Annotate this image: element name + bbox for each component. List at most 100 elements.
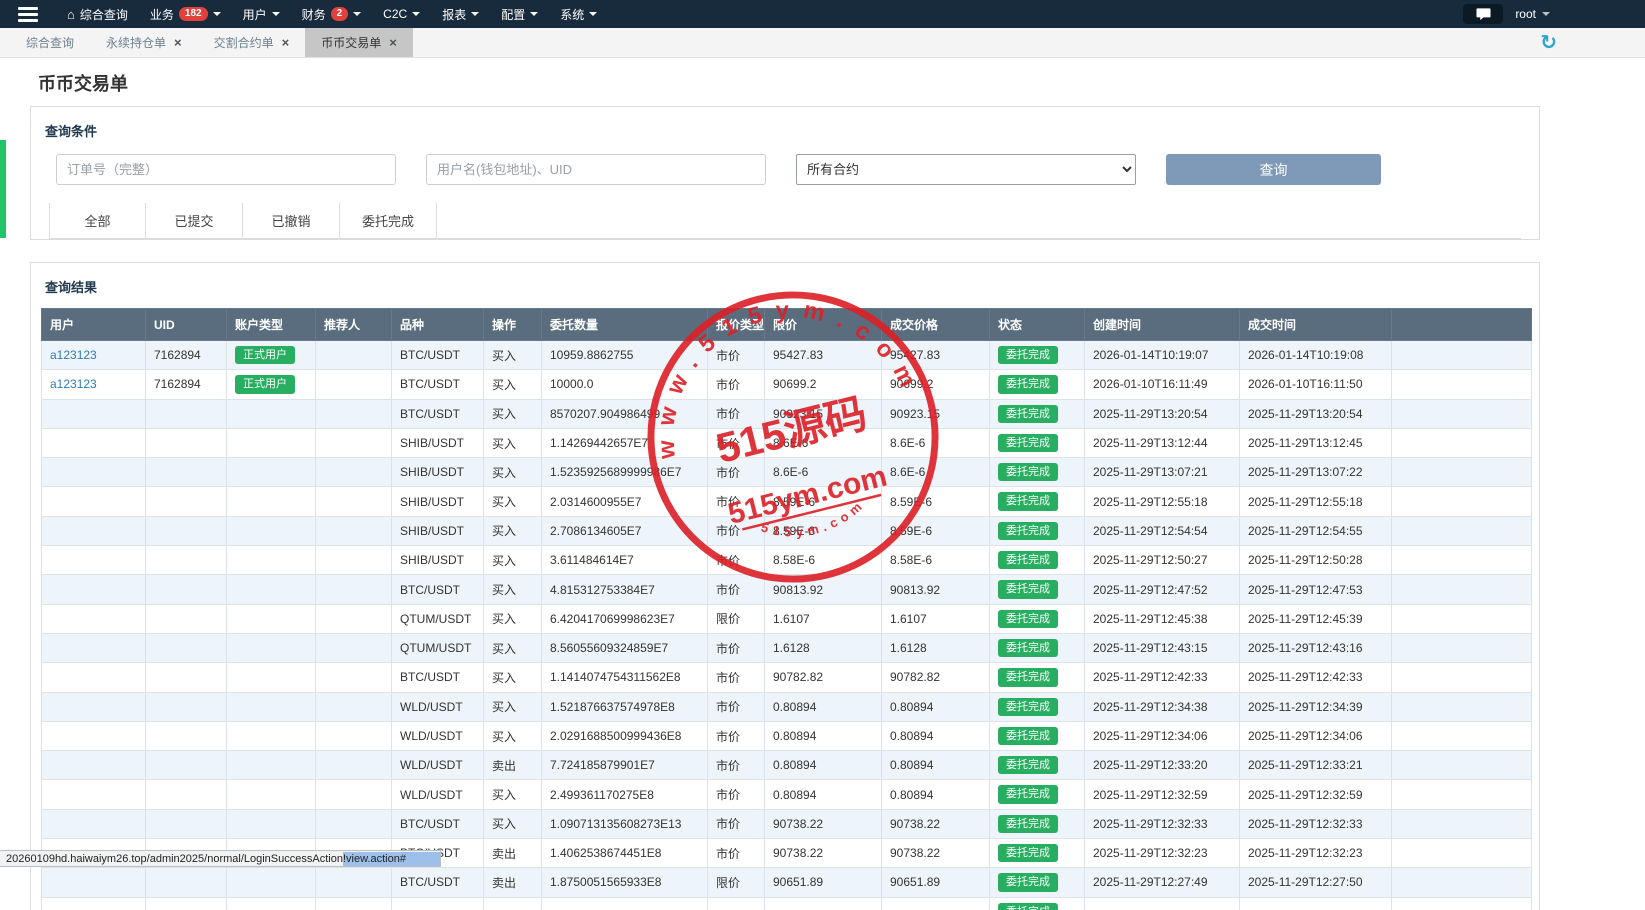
cell-extra: [1392, 399, 1532, 428]
cell-user: [42, 809, 146, 838]
column-header[interactable]: 品种: [392, 309, 484, 341]
table-row[interactable]: WLD/USDT买入1.521876637574978E8市价0.808940.…: [42, 692, 1532, 721]
column-header[interactable]: 限价: [765, 309, 882, 341]
table-row[interactable]: SHIB/USDT买入1.5235925689999986E7市价8.6E-68…: [42, 458, 1532, 487]
tab-label: 币币交易单: [321, 34, 381, 51]
contract-select[interactable]: 所有合约: [796, 154, 1136, 185]
cell-extra: [1392, 633, 1532, 662]
column-header[interactable]: 报价类型: [708, 309, 765, 341]
nav-item-4[interactable]: 财务2: [291, 0, 373, 28]
hamburger-menu-icon[interactable]: [0, 0, 56, 28]
table-row[interactable]: SHIB/USDT买入2.0314600955E7市价8.59E-68.59E-…: [42, 487, 1532, 516]
cell-amount: 1.521876637574978E8: [542, 692, 708, 721]
tab-4[interactable]: 币币交易单 ×: [305, 28, 413, 57]
column-header[interactable]: UID: [146, 309, 227, 341]
cell-status: 委托完成: [990, 809, 1085, 838]
cell-extra: [1392, 809, 1532, 838]
close-icon[interactable]: ×: [389, 36, 397, 49]
table-row[interactable]: WLD/USDT买入2.0291688500999436E8市价0.808940…: [42, 721, 1532, 750]
filter-tab-2[interactable]: 已提交: [146, 203, 243, 238]
column-header[interactable]: 状态: [990, 309, 1085, 341]
filter-tab-1[interactable]: 全部: [49, 203, 146, 238]
table-row[interactable]: QTUM/USDT买入8.56055609324859E7市价1.61281.6…: [42, 633, 1532, 662]
table-row[interactable]: BTC/USDT买入8570207.904986499市价90923.15909…: [42, 399, 1532, 428]
nav-item-6[interactable]: 报表: [431, 0, 490, 28]
cell-created: 2025-11-29T12:32:23: [1085, 839, 1240, 868]
cell-symbol: BTC/USDT: [392, 341, 484, 370]
cell-side: 买入: [484, 780, 542, 809]
column-header[interactable]: 委托数量: [542, 309, 708, 341]
cell-referrer: [316, 575, 392, 604]
status-badge: 委托完成: [998, 434, 1058, 452]
tab-bar-tabs: 综合查询永续持仓单×交割合约单× 币币交易单 ×: [10, 28, 413, 57]
query-inputs-row: 所有合约 查询: [31, 154, 1539, 185]
table-row[interactable]: 委托完成: [42, 897, 1532, 910]
cell-deal_price: 90738.22: [882, 809, 990, 838]
table-row[interactable]: SHIB/USDT买入2.7086134605E7市价8.59E-68.59E-…: [42, 516, 1532, 545]
cell-symbol: BTC/USDT: [392, 575, 484, 604]
table-row[interactable]: BTC/USDT买入4.815312753384E7市价90813.929081…: [42, 575, 1532, 604]
cell-account_type: [227, 428, 316, 457]
cell-status: 委托完成: [990, 663, 1085, 692]
column-header[interactable]: 推荐人: [316, 309, 392, 341]
cell-dealt: 2026-01-14T10:19:08: [1240, 341, 1392, 370]
table-row[interactable]: BTC/USDT卖出1.8750051565933E8限价90651.89906…: [42, 868, 1532, 897]
cell-symbol: SHIB/USDT: [392, 458, 484, 487]
chevron-down-icon: [272, 12, 280, 16]
nav-item-8[interactable]: 系统: [549, 0, 608, 28]
column-header[interactable]: 成交时间: [1240, 309, 1392, 341]
cell-quote_type: 市价: [708, 341, 765, 370]
cell-referrer: [316, 897, 392, 910]
username-uid-input[interactable]: [426, 154, 766, 185]
order-number-input[interactable]: [56, 154, 396, 185]
cell-uid: [146, 516, 227, 545]
chat-button[interactable]: [1463, 4, 1503, 24]
table-row[interactable]: BTC/USDT买入1.090713135608273E13市价90738.22…: [42, 809, 1532, 838]
nav-item-7[interactable]: 配置: [490, 0, 549, 28]
table-row[interactable]: SHIB/USDT买入1.14269442657E7市价8.6E-68.6E-6…: [42, 428, 1532, 457]
cell-referrer: [316, 458, 392, 487]
column-header[interactable]: 操作: [484, 309, 542, 341]
cell-status: 委托完成: [990, 546, 1085, 575]
user-link[interactable]: a123123: [50, 377, 97, 391]
status-badge: 委托完成: [998, 785, 1058, 803]
table-row[interactable]: BTC/USDT买入1.1414074754311562E8市价90782.82…: [42, 663, 1532, 692]
table-row[interactable]: SHIB/USDT买入3.611484614E7市价8.58E-68.58E-6…: [42, 546, 1532, 575]
table-row[interactable]: WLD/USDT卖出7.724185879901E7市价0.808940.808…: [42, 751, 1532, 780]
cell-referrer: [316, 663, 392, 692]
column-header[interactable]: [1392, 309, 1532, 341]
user-link[interactable]: a123123: [50, 348, 97, 362]
cell-account_type: [227, 604, 316, 633]
close-icon[interactable]: ×: [282, 36, 290, 49]
table-row[interactable]: a1231237162894正式用户BTC/USDT买入10000.0市价906…: [42, 370, 1532, 399]
cell-created: 2025-11-29T12:42:33: [1085, 663, 1240, 692]
search-button[interactable]: 查询: [1166, 154, 1381, 185]
cell-status: 委托完成: [990, 399, 1085, 428]
nav-item-3[interactable]: 用户: [232, 0, 291, 28]
cell-uid: [146, 897, 227, 910]
filter-tab-3[interactable]: 已撤销: [243, 203, 340, 238]
table-row[interactable]: WLD/USDT买入2.499361170275E8市价0.808940.808…: [42, 780, 1532, 809]
column-header[interactable]: 账户类型: [227, 309, 316, 341]
cell-side: 买入: [484, 633, 542, 662]
nav-item-2[interactable]: 业务182: [139, 0, 232, 28]
refresh-icon[interactable]: ↻: [1540, 28, 1557, 57]
close-icon[interactable]: ×: [174, 36, 182, 49]
filter-tab-4[interactable]: 委托完成: [340, 203, 437, 238]
tab-3[interactable]: 交割合约单×: [198, 28, 306, 57]
column-header[interactable]: 用户: [42, 309, 146, 341]
cell-limit_price: 0.80894: [765, 721, 882, 750]
cell-extra: [1392, 546, 1532, 575]
nav-item-5[interactable]: C2C: [372, 0, 431, 28]
column-header[interactable]: 成交价格: [882, 309, 990, 341]
nav-item-1[interactable]: ⌂综合查询: [56, 0, 139, 28]
cell-created: 2026-01-14T10:19:07: [1085, 341, 1240, 370]
column-header[interactable]: 创建时间: [1085, 309, 1240, 341]
cell-uid: [146, 809, 227, 838]
tab-2[interactable]: 永续持仓单×: [90, 28, 198, 57]
tab-1[interactable]: 综合查询: [10, 28, 90, 57]
table-row[interactable]: QTUM/USDT买入6.420417069998623E7限价1.61071.…: [42, 604, 1532, 633]
open-tabs-bar: 综合查询永续持仓单×交割合约单× 币币交易单 × ↻: [0, 28, 1645, 58]
table-row[interactable]: a1231237162894正式用户BTC/USDT买入10959.886275…: [42, 341, 1532, 370]
user-menu[interactable]: root: [1515, 7, 1550, 21]
